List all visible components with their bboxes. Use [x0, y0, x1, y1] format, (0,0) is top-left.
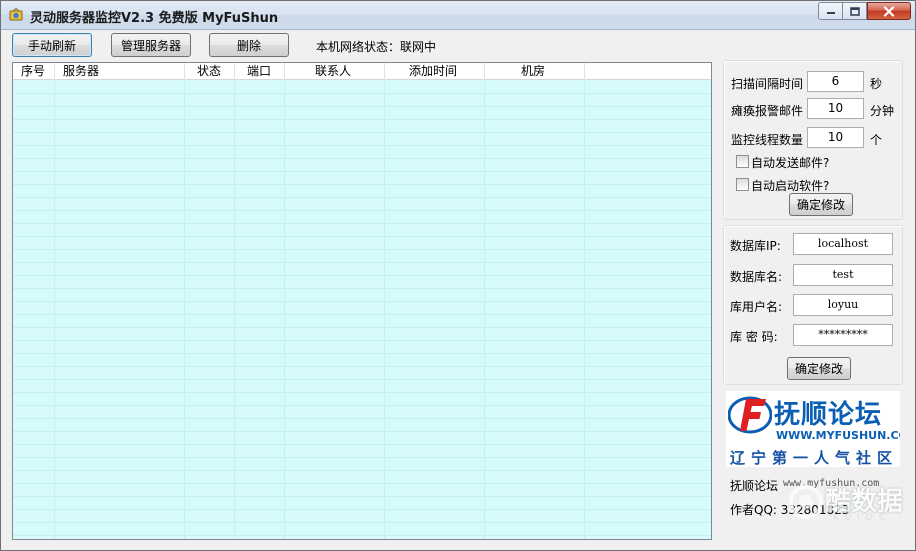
- db-ip-label: 数据库IP:: [730, 239, 781, 253]
- threads-label: 监控线程数量: [731, 133, 804, 147]
- alert-mail-input[interactable]: 10: [807, 98, 864, 119]
- forum-logo-icon: [728, 396, 772, 434]
- threads-input[interactable]: 10: [807, 127, 864, 148]
- database-group: 数据库IP: localhost 数据库名: test 库用户名: loyuu …: [723, 225, 903, 385]
- delete-button[interactable]: 删除: [209, 33, 289, 57]
- scan-interval-label: 扫描间隔时间: [731, 77, 804, 91]
- db-name-label: 数据库名:: [730, 270, 783, 284]
- maximize-icon: [849, 6, 860, 16]
- monitor-settings-group: 扫描间隔时间 6 秒 瘫痪报警邮件 10 分钟 监控线程数量 10 个 自动发送…: [723, 60, 903, 220]
- watermark: 酷数据 KUIDC: [785, 479, 905, 529]
- manage-servers-button[interactable]: 管理服务器: [111, 33, 191, 57]
- db-ip-input[interactable]: localhost: [793, 233, 893, 255]
- server-list[interactable]: 序号 服务器 状态 端口 联系人 添加时间 机房: [12, 62, 712, 540]
- scan-interval-input[interactable]: 6: [807, 71, 864, 92]
- forum-logo-name: 抚顺论坛: [774, 400, 883, 430]
- settings-confirm-button[interactable]: 确定修改: [789, 193, 853, 216]
- column-port[interactable]: 端口: [235, 63, 285, 80]
- scan-interval-unit: 秒: [870, 77, 883, 91]
- database-confirm-button[interactable]: 确定修改: [787, 357, 851, 380]
- list-header: 序号 服务器 状态 端口 联系人 添加时间 机房: [13, 63, 711, 80]
- column-contact[interactable]: 联系人: [285, 63, 385, 80]
- db-password-input[interactable]: *********: [793, 324, 893, 346]
- forum-logo-slogan: 辽宁第一人气社区: [730, 449, 899, 467]
- column-server[interactable]: 服务器: [55, 63, 185, 80]
- close-icon: [883, 5, 895, 17]
- grid-line: [234, 81, 235, 539]
- auto-start-checkbox[interactable]: [736, 178, 749, 191]
- column-added-time[interactable]: 添加时间: [385, 63, 485, 80]
- main-window: 灵动服务器监控V2.3 免费版 MyFuShun 手动刷新 管理服务器 删除 本…: [0, 0, 916, 551]
- auto-start-label[interactable]: 自动启动软件?: [751, 177, 829, 194]
- auto-mail-label[interactable]: 自动发送邮件?: [751, 154, 829, 171]
- threads-unit: 个: [870, 133, 883, 147]
- auto-mail-checkbox[interactable]: [736, 155, 749, 168]
- grid-line: [284, 81, 285, 539]
- alert-mail-label: 瘫痪报警邮件: [731, 104, 804, 118]
- grid-line: [54, 81, 55, 539]
- grid-line: [584, 81, 585, 539]
- maximize-button[interactable]: [842, 2, 867, 20]
- forum-logo-url: WWW.MYFUSHUN.COM: [776, 429, 900, 442]
- grid-line: [184, 81, 185, 539]
- close-button[interactable]: [867, 2, 911, 20]
- forum-name-text: 抚顺论坛: [730, 479, 779, 493]
- column-datacenter[interactable]: 机房: [485, 63, 585, 80]
- column-status[interactable]: 状态: [185, 63, 235, 80]
- window-title: 灵动服务器监控V2.3 免费版 MyFuShun: [30, 11, 279, 26]
- alert-mail-unit: 分钟: [870, 104, 895, 118]
- minimize-button[interactable]: [818, 2, 843, 20]
- db-name-input[interactable]: test: [793, 264, 893, 286]
- app-icon: [9, 8, 23, 21]
- forum-banner[interactable]: 抚顺论坛 WWW.MYFUSHUN.COM 辽宁第一人气社区: [726, 391, 900, 467]
- grid-line: [384, 81, 385, 539]
- grid-line: [484, 81, 485, 539]
- network-status: 本机网络状态：联网中: [316, 40, 437, 54]
- db-user-label: 库用户名:: [730, 300, 783, 314]
- title-bar[interactable]: 灵动服务器监控V2.3 免费版 MyFuShun: [1, 1, 915, 30]
- watermark-subtext: KUIDC: [833, 513, 892, 523]
- list-body[interactable]: [13, 81, 711, 539]
- refresh-button[interactable]: 手动刷新: [12, 33, 92, 57]
- db-password-label: 库 密 码:: [730, 330, 778, 344]
- column-index[interactable]: 序号: [13, 63, 55, 80]
- minimize-icon: [826, 12, 835, 14]
- watermark-logo-icon: [789, 485, 823, 519]
- db-user-input[interactable]: loyuu: [793, 294, 893, 316]
